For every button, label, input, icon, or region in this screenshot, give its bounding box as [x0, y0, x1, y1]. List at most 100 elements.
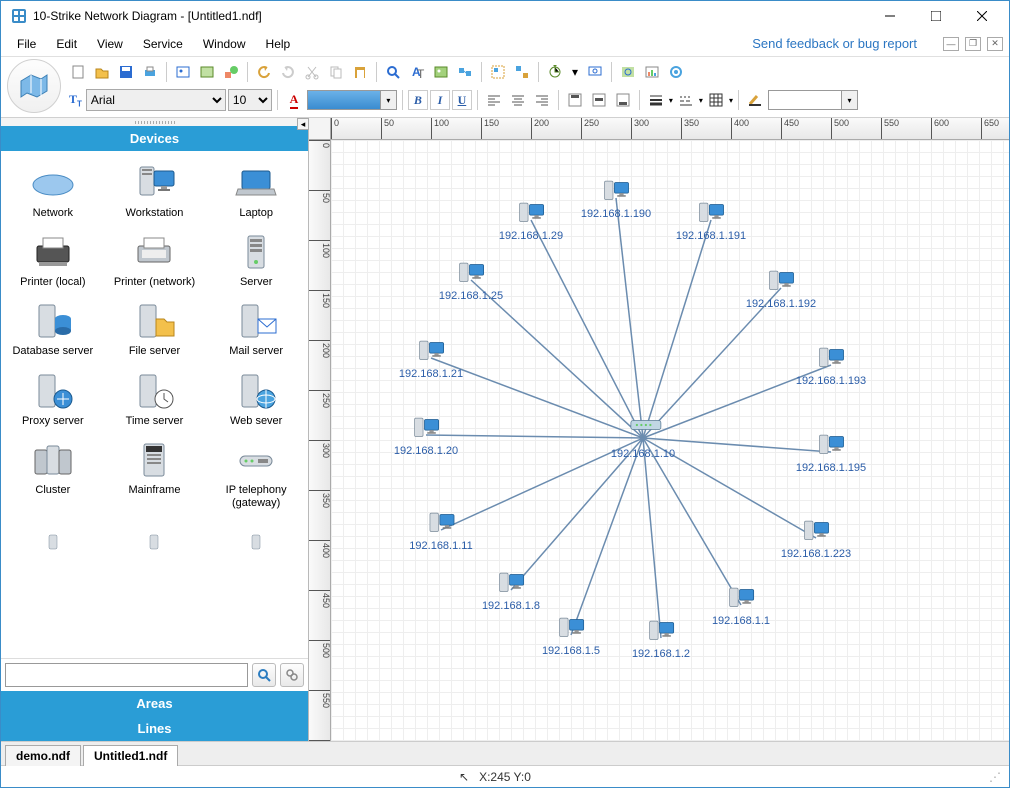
- monitor-button[interactable]: [584, 61, 606, 83]
- device-item[interactable]: Mail server: [206, 297, 306, 362]
- print-button[interactable]: [139, 61, 161, 83]
- redo-button[interactable]: [277, 61, 299, 83]
- areas-header[interactable]: Areas: [1, 691, 308, 716]
- diagram-node[interactable]: 192.168.1.8: [482, 568, 540, 612]
- menu-file[interactable]: File: [9, 34, 44, 54]
- export-image-button[interactable]: [172, 61, 194, 83]
- new-button[interactable]: [67, 61, 89, 83]
- devices-header[interactable]: Devices: [1, 126, 308, 151]
- device-item[interactable]: Proxy server: [3, 367, 103, 432]
- map-button[interactable]: [617, 61, 639, 83]
- search-settings-button[interactable]: [280, 663, 304, 687]
- ungroup-button[interactable]: [511, 61, 533, 83]
- minimize-button[interactable]: [867, 1, 913, 31]
- resize-grip[interactable]: ⋰: [989, 770, 1001, 784]
- sidebar-collapse-button[interactable]: ◂: [297, 118, 309, 130]
- export-visio-button[interactable]: [196, 61, 218, 83]
- mdi-close[interactable]: ✕: [987, 37, 1003, 51]
- device-item[interactable]: Workstation: [105, 159, 205, 224]
- device-item[interactable]: Printer (network): [105, 228, 205, 293]
- tab-untitled[interactable]: Untitled1.ndf: [83, 745, 178, 766]
- line-style-button[interactable]: [675, 89, 697, 111]
- device-item[interactable]: Printer (local): [3, 228, 103, 293]
- ruler-vertical[interactable]: 050100150200250300350400450500550600650: [309, 140, 331, 741]
- undo-button[interactable]: [253, 61, 275, 83]
- valign-bottom-button[interactable]: [612, 89, 634, 111]
- diagram-node[interactable]: 192.168.1.21: [399, 336, 463, 380]
- lines-header[interactable]: Lines: [1, 716, 308, 741]
- align-center-button[interactable]: [507, 89, 529, 111]
- diagram-node[interactable]: 192.168.1.223: [781, 516, 851, 560]
- diagram-node[interactable]: 192.168.1.193: [796, 343, 866, 387]
- pattern-button[interactable]: [705, 89, 727, 111]
- save-button[interactable]: [115, 61, 137, 83]
- diagram-node[interactable]: 192.168.1.20: [394, 413, 458, 457]
- line-color-picker[interactable]: ▾: [768, 90, 858, 110]
- diagram-node[interactable]: 192.168.1.195: [796, 430, 866, 474]
- device-item[interactable]: File server: [105, 297, 205, 362]
- mdi-minimize[interactable]: —: [943, 37, 959, 51]
- diagram-node[interactable]: 192.168.1.25: [439, 258, 503, 302]
- device-item[interactable]: [105, 518, 205, 566]
- scan-button[interactable]: [544, 61, 566, 83]
- ruler-horizontal[interactable]: 050100150200250300350400450500550600650: [331, 118, 1009, 140]
- align-right-button[interactable]: [531, 89, 553, 111]
- app-logo[interactable]: [7, 59, 61, 113]
- menu-edit[interactable]: Edit: [48, 34, 85, 54]
- valign-top-button[interactable]: [564, 89, 586, 111]
- device-item[interactable]: [3, 518, 103, 566]
- line-color-button[interactable]: [744, 89, 766, 111]
- bold-button[interactable]: B: [408, 90, 428, 110]
- diagram-node[interactable]: 192.168.1.192: [746, 266, 816, 310]
- close-button[interactable]: [959, 1, 1005, 31]
- scan-dropdown[interactable]: ▾: [568, 61, 582, 83]
- insert-image-button[interactable]: [430, 61, 452, 83]
- device-item[interactable]: Mainframe: [105, 436, 205, 514]
- font-size-select[interactable]: 10: [228, 89, 272, 111]
- device-item[interactable]: Time server: [105, 367, 205, 432]
- find-button[interactable]: [382, 61, 404, 83]
- fill-color-button[interactable]: ▾: [307, 90, 397, 110]
- device-grid[interactable]: NetworkWorkstationLaptopPrinter (local)P…: [1, 151, 308, 658]
- report-button[interactable]: [641, 61, 663, 83]
- group-button[interactable]: [487, 61, 509, 83]
- diagram-node[interactable]: 192.168.1.29: [499, 198, 563, 242]
- device-item[interactable]: Cluster: [3, 436, 103, 514]
- canvas[interactable]: 192.168.1.10 192.168.1.190 192.168.1.29 192…: [331, 140, 1009, 741]
- diagram-node[interactable]: 192.168.1.11: [409, 508, 472, 552]
- shapes-button[interactable]: [220, 61, 242, 83]
- device-item[interactable]: Database server: [3, 297, 103, 362]
- cut-button[interactable]: [301, 61, 323, 83]
- align-left-button[interactable]: [483, 89, 505, 111]
- device-item[interactable]: Web sever: [206, 367, 306, 432]
- font-color-button[interactable]: A: [283, 89, 305, 111]
- valign-middle-button[interactable]: [588, 89, 610, 111]
- menu-view[interactable]: View: [89, 34, 131, 54]
- maximize-button[interactable]: [913, 1, 959, 31]
- diagram-node[interactable]: 192.168.1.2: [632, 616, 690, 660]
- tab-demo[interactable]: demo.ndf: [5, 745, 81, 766]
- device-item[interactable]: [206, 518, 306, 566]
- text-tool-button[interactable]: ATEXT: [406, 61, 428, 83]
- device-item[interactable]: Laptop: [206, 159, 306, 224]
- menu-service[interactable]: Service: [135, 34, 191, 54]
- link-button[interactable]: [454, 61, 476, 83]
- device-item[interactable]: Server: [206, 228, 306, 293]
- mdi-restore[interactable]: ❐: [965, 37, 981, 51]
- feedback-link[interactable]: Send feedback or bug report: [752, 36, 917, 51]
- diagram-node[interactable]: 192.168.1.190: [581, 176, 651, 220]
- copy-button[interactable]: [325, 61, 347, 83]
- sidebar-handle[interactable]: [1, 118, 308, 126]
- diagram-node-center[interactable]: 192.168.1.10: [611, 416, 675, 460]
- search-button[interactable]: [252, 663, 276, 687]
- device-item[interactable]: Network: [3, 159, 103, 224]
- underline-button[interactable]: U: [452, 90, 472, 110]
- paste-button[interactable]: [349, 61, 371, 83]
- diagram-node[interactable]: 192.168.1.191: [676, 198, 746, 242]
- diagram-node[interactable]: 192.168.1.1: [712, 583, 770, 627]
- italic-button[interactable]: I: [430, 90, 450, 110]
- menu-help[interactable]: Help: [258, 34, 299, 54]
- open-button[interactable]: [91, 61, 113, 83]
- line-weight-button[interactable]: [645, 89, 667, 111]
- settings-button[interactable]: [665, 61, 687, 83]
